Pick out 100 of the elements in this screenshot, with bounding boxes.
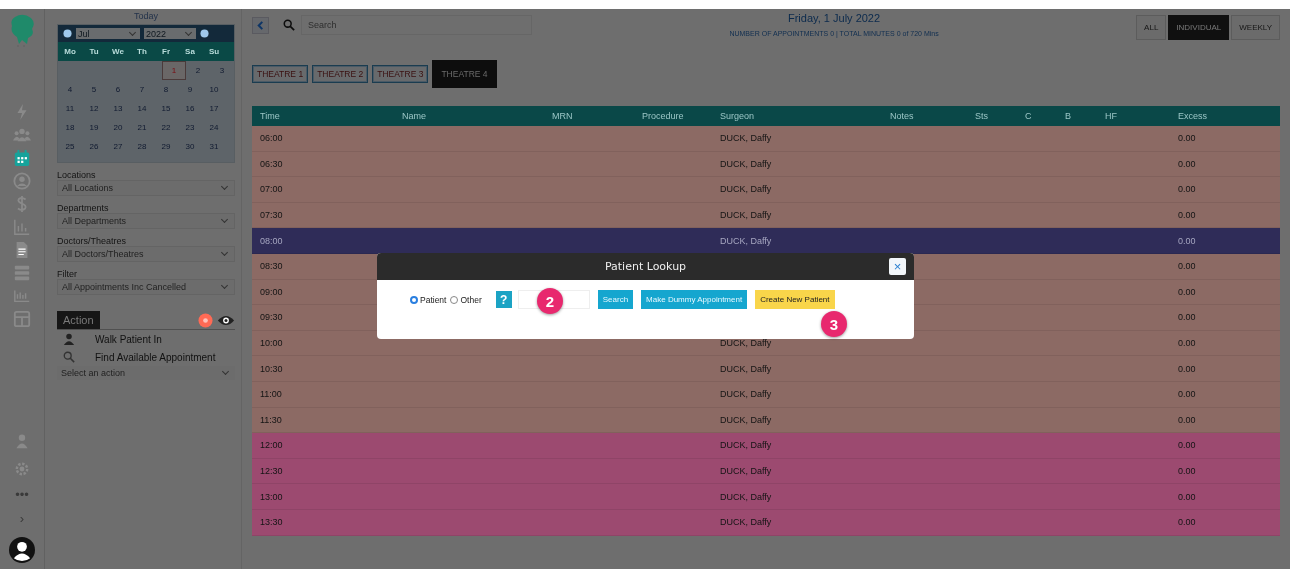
theatre-tab[interactable]: THEATRE 4	[432, 59, 497, 88]
calendar-day[interactable]: 29	[154, 137, 178, 156]
theatre-tab[interactable]: THEATRE 2	[312, 64, 369, 83]
appointment-row[interactable]: 06:00 DUCK, Daffy 0.00	[252, 126, 1280, 152]
calendar-day[interactable]: 7	[130, 80, 154, 99]
action-link[interactable]: Find Available Appointment	[95, 351, 216, 363]
calendar-day[interactable]: 28	[130, 137, 154, 156]
table-cell-text: DUCK, Daffy	[719, 389, 773, 400]
view-toggle[interactable]: INDIVIDUAL	[1168, 15, 1230, 40]
appointment-row[interactable]: 10:30 DUCK, Daffy 0.00	[252, 356, 1280, 382]
calendar-day[interactable]: 26	[82, 137, 106, 156]
rail-link[interactable]: •••	[15, 489, 29, 501]
filter-select[interactable]: All Doctors/Theatres	[57, 246, 235, 262]
theatre-tab[interactable]: THEATRE 1	[252, 64, 309, 83]
radio-button[interactable]	[410, 295, 418, 304]
collapse-button[interactable]	[252, 16, 269, 34]
appointment-row[interactable]: 07:30 DUCK, Daffy 0.00	[252, 202, 1280, 229]
year-select[interactable]: 2022	[144, 28, 196, 39]
action-tab[interactable]: Action	[57, 311, 100, 329]
dialog-button[interactable]: Make Dummy Appointment	[641, 290, 748, 309]
calendar-day[interactable]: 30	[178, 137, 202, 156]
dialog-title: Patient Lookup	[604, 260, 687, 273]
grid-icon[interactable]	[13, 310, 31, 328]
today-button[interactable]: Today	[134, 9, 158, 24]
calendar-day[interactable]: 4	[58, 80, 82, 99]
theatre-tab[interactable]: THEATRE 3	[372, 64, 429, 83]
appointment-row[interactable]: 12:00 DUCK, Daffy 0.00	[252, 433, 1280, 459]
appointment-row[interactable]: 13:30 DUCK, Daffy 0.00	[252, 509, 1280, 536]
radio-label[interactable]: Other	[460, 294, 482, 305]
person-icon[interactable]	[14, 433, 30, 449]
appointment-row[interactable]: 07:00 DUCK, Daffy 0.00	[252, 177, 1280, 203]
calendar-day[interactable]: 6	[106, 80, 130, 99]
previous-icon[interactable]	[63, 29, 72, 38]
weekday-label: Th	[136, 46, 148, 58]
calendar-day[interactable]: 17	[202, 99, 226, 118]
appointment-row[interactable]: 12:30 DUCK, Daffy 0.00	[252, 458, 1280, 485]
calendar-day[interactable]: 3	[210, 61, 234, 80]
column-header: C	[1024, 111, 1033, 121]
calendar-day[interactable]: 14	[130, 99, 154, 118]
calendar-day[interactable]: 10	[202, 80, 226, 99]
table-cell-text: DUCK, Daffy	[719, 133, 773, 144]
avatar-icon[interactable]	[9, 537, 35, 563]
appointment-row[interactable]: 11:30 DUCK, Daffy 0.00	[252, 407, 1280, 434]
radio-button[interactable]	[450, 295, 459, 304]
list-icon[interactable]	[13, 264, 31, 282]
calendar-day[interactable]: 15	[154, 99, 178, 118]
record-icon[interactable]	[198, 312, 213, 328]
calendar-day[interactable]: 5	[82, 80, 106, 99]
dialog-button[interactable]: Search	[597, 290, 634, 309]
rail-link[interactable]: ›	[19, 513, 25, 525]
weekday-label: We	[111, 46, 125, 58]
help-button[interactable]: ?	[495, 291, 512, 308]
calendar-day[interactable]: 27	[106, 137, 130, 156]
chart-icon[interactable]	[13, 218, 31, 236]
appointment-row[interactable]: 13:00 DUCK, Daffy 0.00	[252, 484, 1280, 510]
appointment-row[interactable]: 06:30 DUCK, Daffy 0.00	[252, 151, 1280, 178]
table-cell-text: 0.00	[1177, 286, 1197, 297]
calendar-day[interactable]: 20	[106, 118, 130, 137]
calendar-day[interactable]: 22	[154, 118, 178, 137]
calendar-day[interactable]: 8	[154, 80, 178, 99]
table-cell-text: 0.00	[1177, 338, 1197, 349]
column-header: HF	[1104, 111, 1118, 121]
calendar-day[interactable]: 18	[58, 118, 82, 137]
column-header: Excess	[1177, 111, 1208, 121]
calendar-day[interactable]: 12	[82, 99, 106, 118]
view-toggle[interactable]: WEEKLY	[1231, 15, 1280, 40]
action-link[interactable]: Walk Patient In	[95, 333, 162, 345]
filter-select[interactable]: All Departments	[57, 213, 235, 229]
close-button[interactable]: ×	[889, 258, 906, 275]
calendar-day[interactable]: 21	[130, 118, 154, 137]
month-select[interactable]: Jul	[76, 28, 140, 39]
calendar-day[interactable]: 16	[178, 99, 202, 118]
dialog-button[interactable]: Create New Patient	[755, 290, 835, 309]
calendar-day[interactable]: 11	[58, 99, 82, 118]
settings-icon[interactable]	[14, 461, 30, 477]
calendar-icon[interactable]	[13, 149, 31, 167]
radio-label[interactable]: Patient	[420, 294, 447, 305]
calendar-day[interactable]: 31	[202, 137, 226, 156]
appointment-row[interactable]: 08:00 DUCK, Daffy 0.00	[252, 228, 1280, 254]
date-title: Friday, 1 July 2022	[787, 12, 882, 24]
calendar-day[interactable]: 23	[178, 118, 202, 137]
people-icon[interactable]	[13, 126, 31, 144]
filter-label: Filter	[57, 269, 78, 279]
user-circle-icon[interactable]	[13, 172, 31, 190]
filter-select[interactable]: All Appointments Inc Cancelled	[57, 279, 235, 295]
calendar-day[interactable]: 19	[82, 118, 106, 137]
calendar-day[interactable]: 2	[186, 61, 210, 80]
view-toggle[interactable]: ALL	[1136, 15, 1167, 40]
next-icon[interactable]	[200, 29, 209, 38]
calendar-day[interactable]: 1	[162, 61, 186, 80]
filter-select[interactable]: All Locations	[57, 180, 235, 196]
table-cell-text: 0.00	[1177, 235, 1197, 246]
table-cell-text: 06:30	[259, 158, 284, 169]
eye-icon[interactable]	[217, 313, 235, 327]
calendar-day[interactable]: 24	[202, 118, 226, 137]
table-cell-text: 0.00	[1177, 363, 1197, 374]
calendar-day[interactable]: 13	[106, 99, 130, 118]
appointment-row[interactable]: 11:00 DUCK, Daffy 0.00	[252, 381, 1280, 408]
calendar-day[interactable]: 25	[58, 137, 82, 156]
column-header: B	[1064, 111, 1072, 121]
